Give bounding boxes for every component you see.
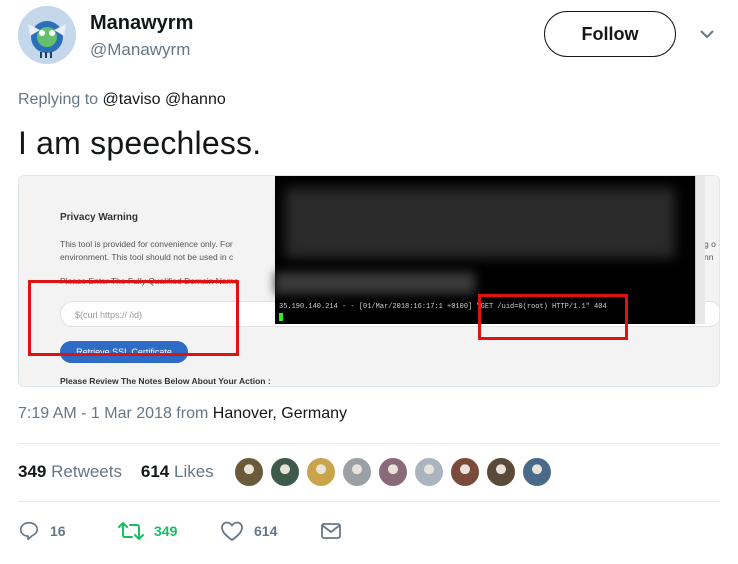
author-name[interactable]: Manawyrm [90,12,193,35]
liker-avatar[interactable] [342,457,372,487]
liker-avatar[interactable] [486,457,516,487]
highlight-box-input [28,280,239,356]
reply-icon [19,521,39,541]
divider [18,443,720,444]
timestamp-place[interactable]: Hanover, Germany [213,405,347,422]
liker-avatar[interactable] [414,457,444,487]
chevron-down-icon[interactable] [697,24,717,44]
privacy-warning-title: Privacy Warning [60,212,138,223]
liker-avatar[interactable] [306,457,336,487]
liker-avatar[interactable] [234,457,264,487]
reply-context: Replying to @taviso @hanno [18,91,226,109]
timestamp-time[interactable]: 7:19 AM - 1 Mar 2018 from [18,405,208,422]
tweet-timestamp: 7:19 AM - 1 Mar 2018 from Hanover, Germa… [18,405,347,423]
heart-icon [221,521,243,541]
likes-stat[interactable]: 614 Likes [141,462,214,481]
liker-avatar[interactable] [378,457,408,487]
redacted-region [285,188,675,258]
highlight-box-log [478,294,628,340]
redacted-region [275,272,475,294]
retweet-count: 349 [154,523,178,539]
likes-label: Likes [174,462,214,481]
author-handle[interactable]: @Manawyrm [90,40,190,60]
likes-count: 614 [140,462,170,481]
privacy-line-1: This tool is provided for convenience on… [60,239,233,249]
liker-avatar[interactable] [270,457,300,487]
terminal-cursor [279,313,283,321]
like-count: 614 [254,523,278,539]
retweet-button[interactable]: 349 [118,518,177,544]
retweets-stat[interactable]: 349 Retweets [18,462,122,481]
envelope-icon [321,523,341,539]
tweet-media-image[interactable]: Privacy Warning This tool is provided fo… [18,175,720,387]
retweet-icon [118,522,144,540]
retweets-label: Retweets [51,462,122,481]
review-notes-label: Please Review The Notes Below About Your… [60,376,271,386]
tweet-stats: 349 Retweets 614 Likes [18,462,214,482]
follow-button[interactable]: Follow [544,11,676,57]
reply-count: 16 [50,523,66,539]
mention-hanno[interactable]: @hanno [165,91,226,108]
like-button[interactable]: 614 [220,518,277,544]
reply-prefix: Replying to [18,91,99,108]
reply-button[interactable]: 16 [18,518,66,544]
privacy-warning-text: This tool is provided for convenience on… [60,238,290,264]
tweet-text: I am speechless. [18,125,262,161]
privacy-line-2: environment. This tool should not be use… [60,252,234,262]
liker-avatar[interactable] [450,457,480,487]
mention-taviso[interactable]: @taviso [103,91,161,108]
direct-message-button[interactable] [320,518,342,544]
avatar-image [18,6,76,64]
divider [18,501,720,502]
liker-avatar[interactable] [522,457,552,487]
terminal-scrollbar [695,176,705,324]
tweet-card: Manawyrm @Manawyrm Follow Replying to @t… [0,0,738,564]
retweets-count: 349 [18,462,47,481]
author-avatar[interactable] [18,6,76,64]
